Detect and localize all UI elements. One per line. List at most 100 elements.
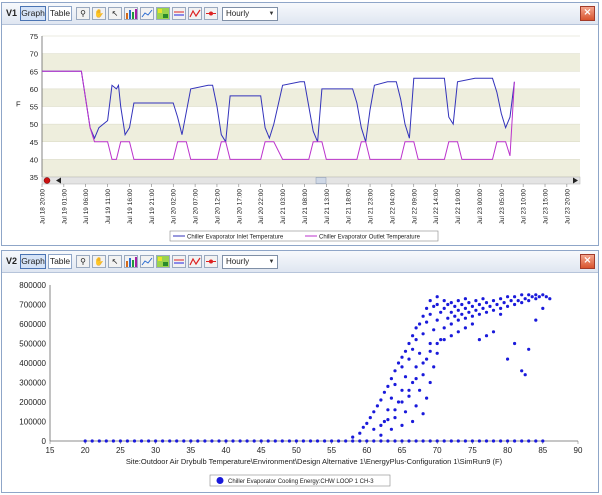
scatter-point bbox=[217, 439, 221, 443]
x-tick-label: Jul 22 04:00 bbox=[389, 189, 396, 225]
scatter-point bbox=[407, 394, 411, 398]
pan-hand-icon[interactable]: ✋ bbox=[92, 7, 106, 20]
scatter-point bbox=[90, 439, 94, 443]
scatter-point bbox=[502, 301, 506, 305]
zoom-icon[interactable]: ⚲ bbox=[76, 7, 90, 20]
marker-icon[interactable] bbox=[204, 255, 218, 268]
legend-icon[interactable] bbox=[172, 255, 186, 268]
scatter-point bbox=[372, 427, 376, 431]
scatter-point bbox=[449, 322, 453, 326]
scatter-point bbox=[449, 301, 453, 305]
line-chart-icon[interactable] bbox=[140, 255, 154, 268]
scatter-point bbox=[400, 400, 404, 404]
scatter-point bbox=[513, 302, 517, 307]
x-tick-label: Jul 23 00:00 bbox=[477, 189, 484, 225]
scatter-point bbox=[382, 419, 386, 424]
bar-chart-icon[interactable] bbox=[124, 7, 138, 20]
scatter-point bbox=[273, 439, 277, 443]
interval-select[interactable]: Hourly ▼ bbox=[222, 255, 278, 269]
scatter-point bbox=[484, 439, 489, 443]
scatter-point bbox=[280, 439, 284, 443]
scatter-point bbox=[411, 347, 415, 351]
scatter-point bbox=[463, 297, 467, 301]
scatter-point bbox=[414, 377, 418, 381]
line-chart-icon[interactable] bbox=[140, 7, 154, 20]
zoom-icon[interactable]: ⚲ bbox=[76, 255, 90, 268]
scatter-point bbox=[389, 377, 393, 381]
scatter-point bbox=[435, 302, 439, 307]
close-button[interactable]: × bbox=[580, 254, 595, 269]
legend-icon[interactable] bbox=[172, 7, 186, 20]
scatter-point bbox=[484, 310, 489, 314]
scatter-point bbox=[435, 439, 439, 443]
scatter-point bbox=[379, 433, 383, 437]
scatter-point bbox=[432, 304, 436, 308]
scatter-point bbox=[446, 316, 450, 320]
tab-graph[interactable]: Graph bbox=[20, 254, 46, 269]
y-tick-label: 800000 bbox=[19, 281, 46, 290]
pointer-icon[interactable]: ↖ bbox=[108, 7, 122, 20]
close-button[interactable]: × bbox=[580, 6, 595, 21]
scatter-point bbox=[147, 439, 151, 443]
scatter-point bbox=[351, 439, 355, 443]
scatter-point bbox=[161, 439, 165, 443]
pan-hand-icon[interactable]: ✋ bbox=[92, 255, 106, 268]
tab-graph[interactable]: Graph bbox=[20, 6, 46, 21]
scatter-point bbox=[456, 330, 460, 334]
scatter-point bbox=[418, 322, 422, 326]
scatter-point bbox=[421, 439, 425, 443]
scatter-point bbox=[393, 382, 397, 387]
scatter-point bbox=[238, 439, 242, 443]
scatter-point bbox=[548, 297, 552, 301]
scatter-point bbox=[488, 304, 492, 308]
scatter-point bbox=[506, 357, 510, 361]
scatter-point bbox=[439, 338, 443, 342]
scatter-point bbox=[154, 439, 158, 443]
heatmap-icon[interactable] bbox=[156, 255, 170, 268]
x-tick-label: Jul 23 20:00 bbox=[564, 189, 571, 225]
marker-icon[interactable] bbox=[204, 7, 218, 20]
scatter-point bbox=[499, 439, 503, 443]
x-tick-label: 40 bbox=[222, 446, 231, 455]
scatter-point bbox=[456, 318, 460, 322]
scatter-point bbox=[467, 310, 471, 314]
scatter-point bbox=[386, 439, 390, 443]
x-tick-label: Jul 19 16:00 bbox=[127, 189, 134, 225]
scatter-point bbox=[477, 338, 481, 342]
grid-band bbox=[42, 124, 580, 142]
pointer-icon[interactable]: ↖ bbox=[108, 255, 122, 268]
scatter-point bbox=[365, 439, 369, 443]
tab-table[interactable]: Table bbox=[48, 254, 72, 269]
y-tick-label: 500000 bbox=[19, 340, 46, 349]
scatter-point bbox=[463, 306, 467, 310]
x-tick-label: Jul 20 07:00 bbox=[193, 189, 200, 225]
scatter-point bbox=[477, 439, 481, 443]
scatter-point bbox=[337, 439, 341, 443]
scatter-point bbox=[435, 295, 439, 299]
x-tick-label: Jul 19 01:00 bbox=[61, 189, 68, 225]
line-style-icon[interactable] bbox=[188, 255, 202, 268]
tab-table[interactable]: Table bbox=[48, 6, 72, 21]
scroll-marker-icon[interactable] bbox=[43, 177, 51, 184]
scatter-point bbox=[400, 439, 404, 443]
x-tick-label: 75 bbox=[468, 446, 477, 455]
scatter-point bbox=[421, 332, 425, 336]
scatter-point bbox=[407, 439, 411, 443]
heatmap-icon[interactable] bbox=[156, 7, 170, 20]
bar-chart-icon[interactable] bbox=[124, 255, 138, 268]
scatter-chart: 0 100000 200000 300000 400000 500000 600000 700… bbox=[19, 281, 583, 487]
scatter-point bbox=[175, 439, 179, 443]
interval-select[interactable]: Hourly ▼ bbox=[222, 7, 278, 21]
scatter-point bbox=[389, 396, 393, 400]
scroll-thumb[interactable] bbox=[315, 177, 327, 184]
scatter-point bbox=[474, 308, 478, 312]
scatter-point bbox=[393, 369, 397, 373]
scatter-point bbox=[252, 439, 256, 443]
scatter-point bbox=[182, 439, 186, 443]
graph-panel-v1: V1 Graph Table ⚲ ✋ ↖ Hourly ▼ × 35 40 45 50 5… bbox=[1, 2, 599, 246]
x-tick-label: 45 bbox=[257, 446, 266, 455]
scatter-point bbox=[477, 302, 481, 307]
line-style-icon[interactable] bbox=[188, 7, 202, 20]
scatter-point bbox=[453, 304, 457, 308]
scatter-point bbox=[484, 301, 489, 305]
